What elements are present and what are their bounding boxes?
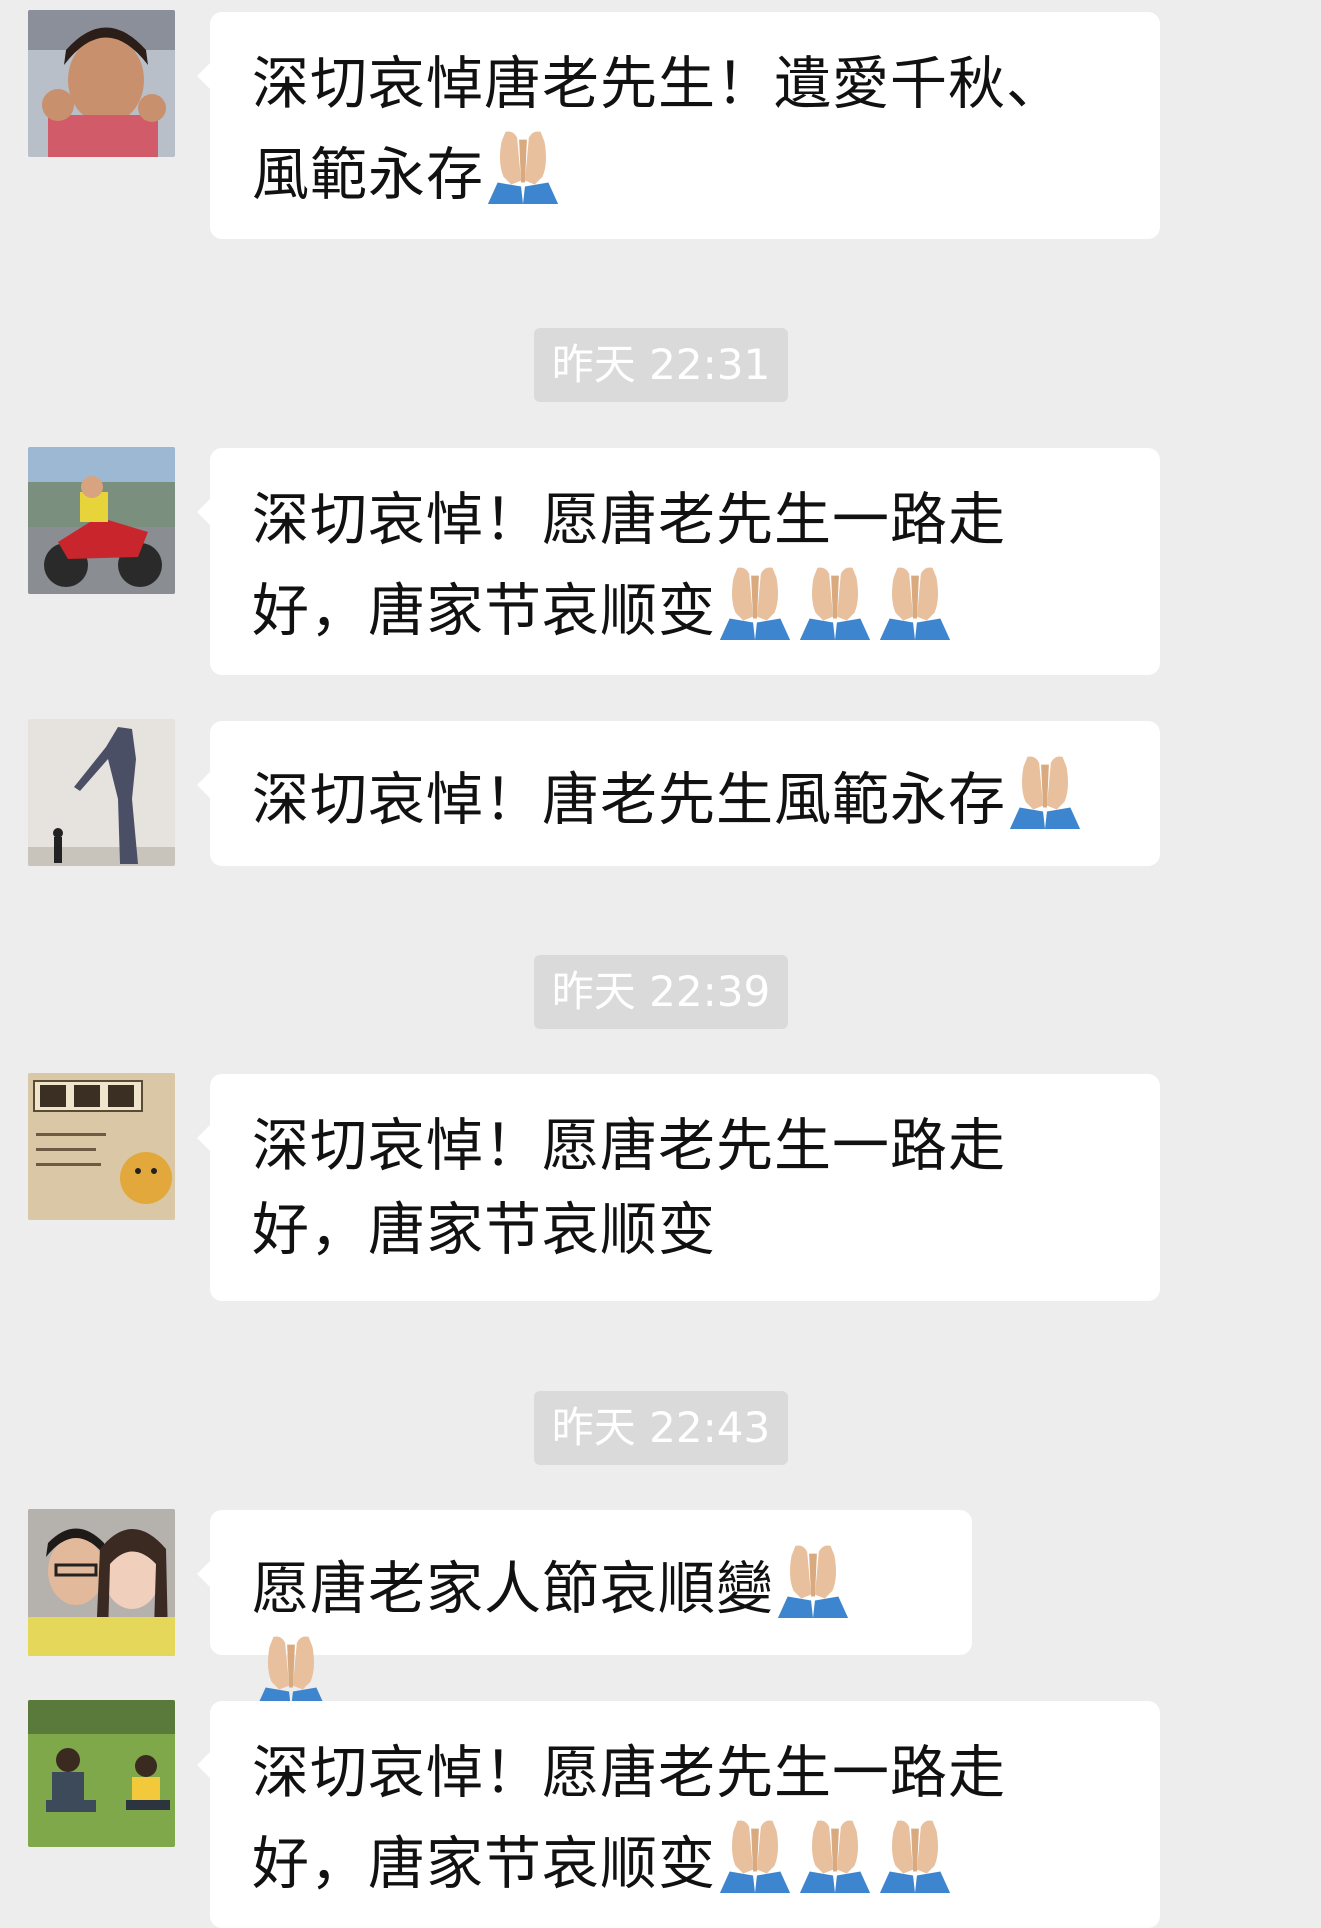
folded-hands-icon [796, 562, 874, 640]
message-bubble[interactable]: 深切哀悼！愿唐老先生一路走好，唐家节哀顺变 [197, 448, 1160, 675]
avatar[interactable] [28, 10, 175, 157]
folded-hands-icon [876, 562, 954, 640]
folded-hands-icon [876, 1815, 954, 1893]
folded-hands-icon [716, 1815, 794, 1893]
timestamp: 昨天 22:31 [534, 328, 788, 402]
message-bubble[interactable]: 深切哀悼！愿唐老先生一路走好，唐家节哀顺变 [197, 1701, 1160, 1928]
message-bubble[interactable]: 愿唐老家人節哀順變 [197, 1510, 972, 1709]
avatar[interactable] [28, 1509, 175, 1656]
avatar[interactable] [28, 1073, 175, 1220]
folded-hands-icon [252, 1631, 330, 1709]
folded-hands-icon [716, 562, 794, 640]
message-text: 深切哀悼！唐老先生風範永存 [252, 767, 1006, 833]
folded-hands-icon [774, 1540, 852, 1618]
message-text: 深切哀悼唐老先生！遺愛千秋、風範永存 [252, 51, 1064, 208]
folded-hands-icon [1006, 751, 1084, 829]
timestamp: 昨天 22:39 [534, 955, 788, 1029]
message-bubble[interactable]: 深切哀悼唐老先生！遺愛千秋、風範永存 [197, 12, 1160, 239]
message-bubble[interactable]: 深切哀悼！唐老先生風範永存 [197, 721, 1160, 866]
message-text: 愿唐老家人節哀順變 [252, 1556, 774, 1622]
message-bubble[interactable]: 深切哀悼！愿唐老先生一路走好，唐家节哀顺变 [197, 1074, 1160, 1301]
folded-hands-icon [484, 126, 562, 204]
timestamp: 昨天 22:43 [534, 1391, 788, 1465]
avatar[interactable] [28, 719, 175, 866]
avatar[interactable] [28, 1700, 175, 1847]
message-text: 深切哀悼！愿唐老先生一路走好，唐家节哀顺变 [252, 1113, 1006, 1263]
folded-hands-icon [796, 1815, 874, 1893]
avatar[interactable] [28, 447, 175, 594]
